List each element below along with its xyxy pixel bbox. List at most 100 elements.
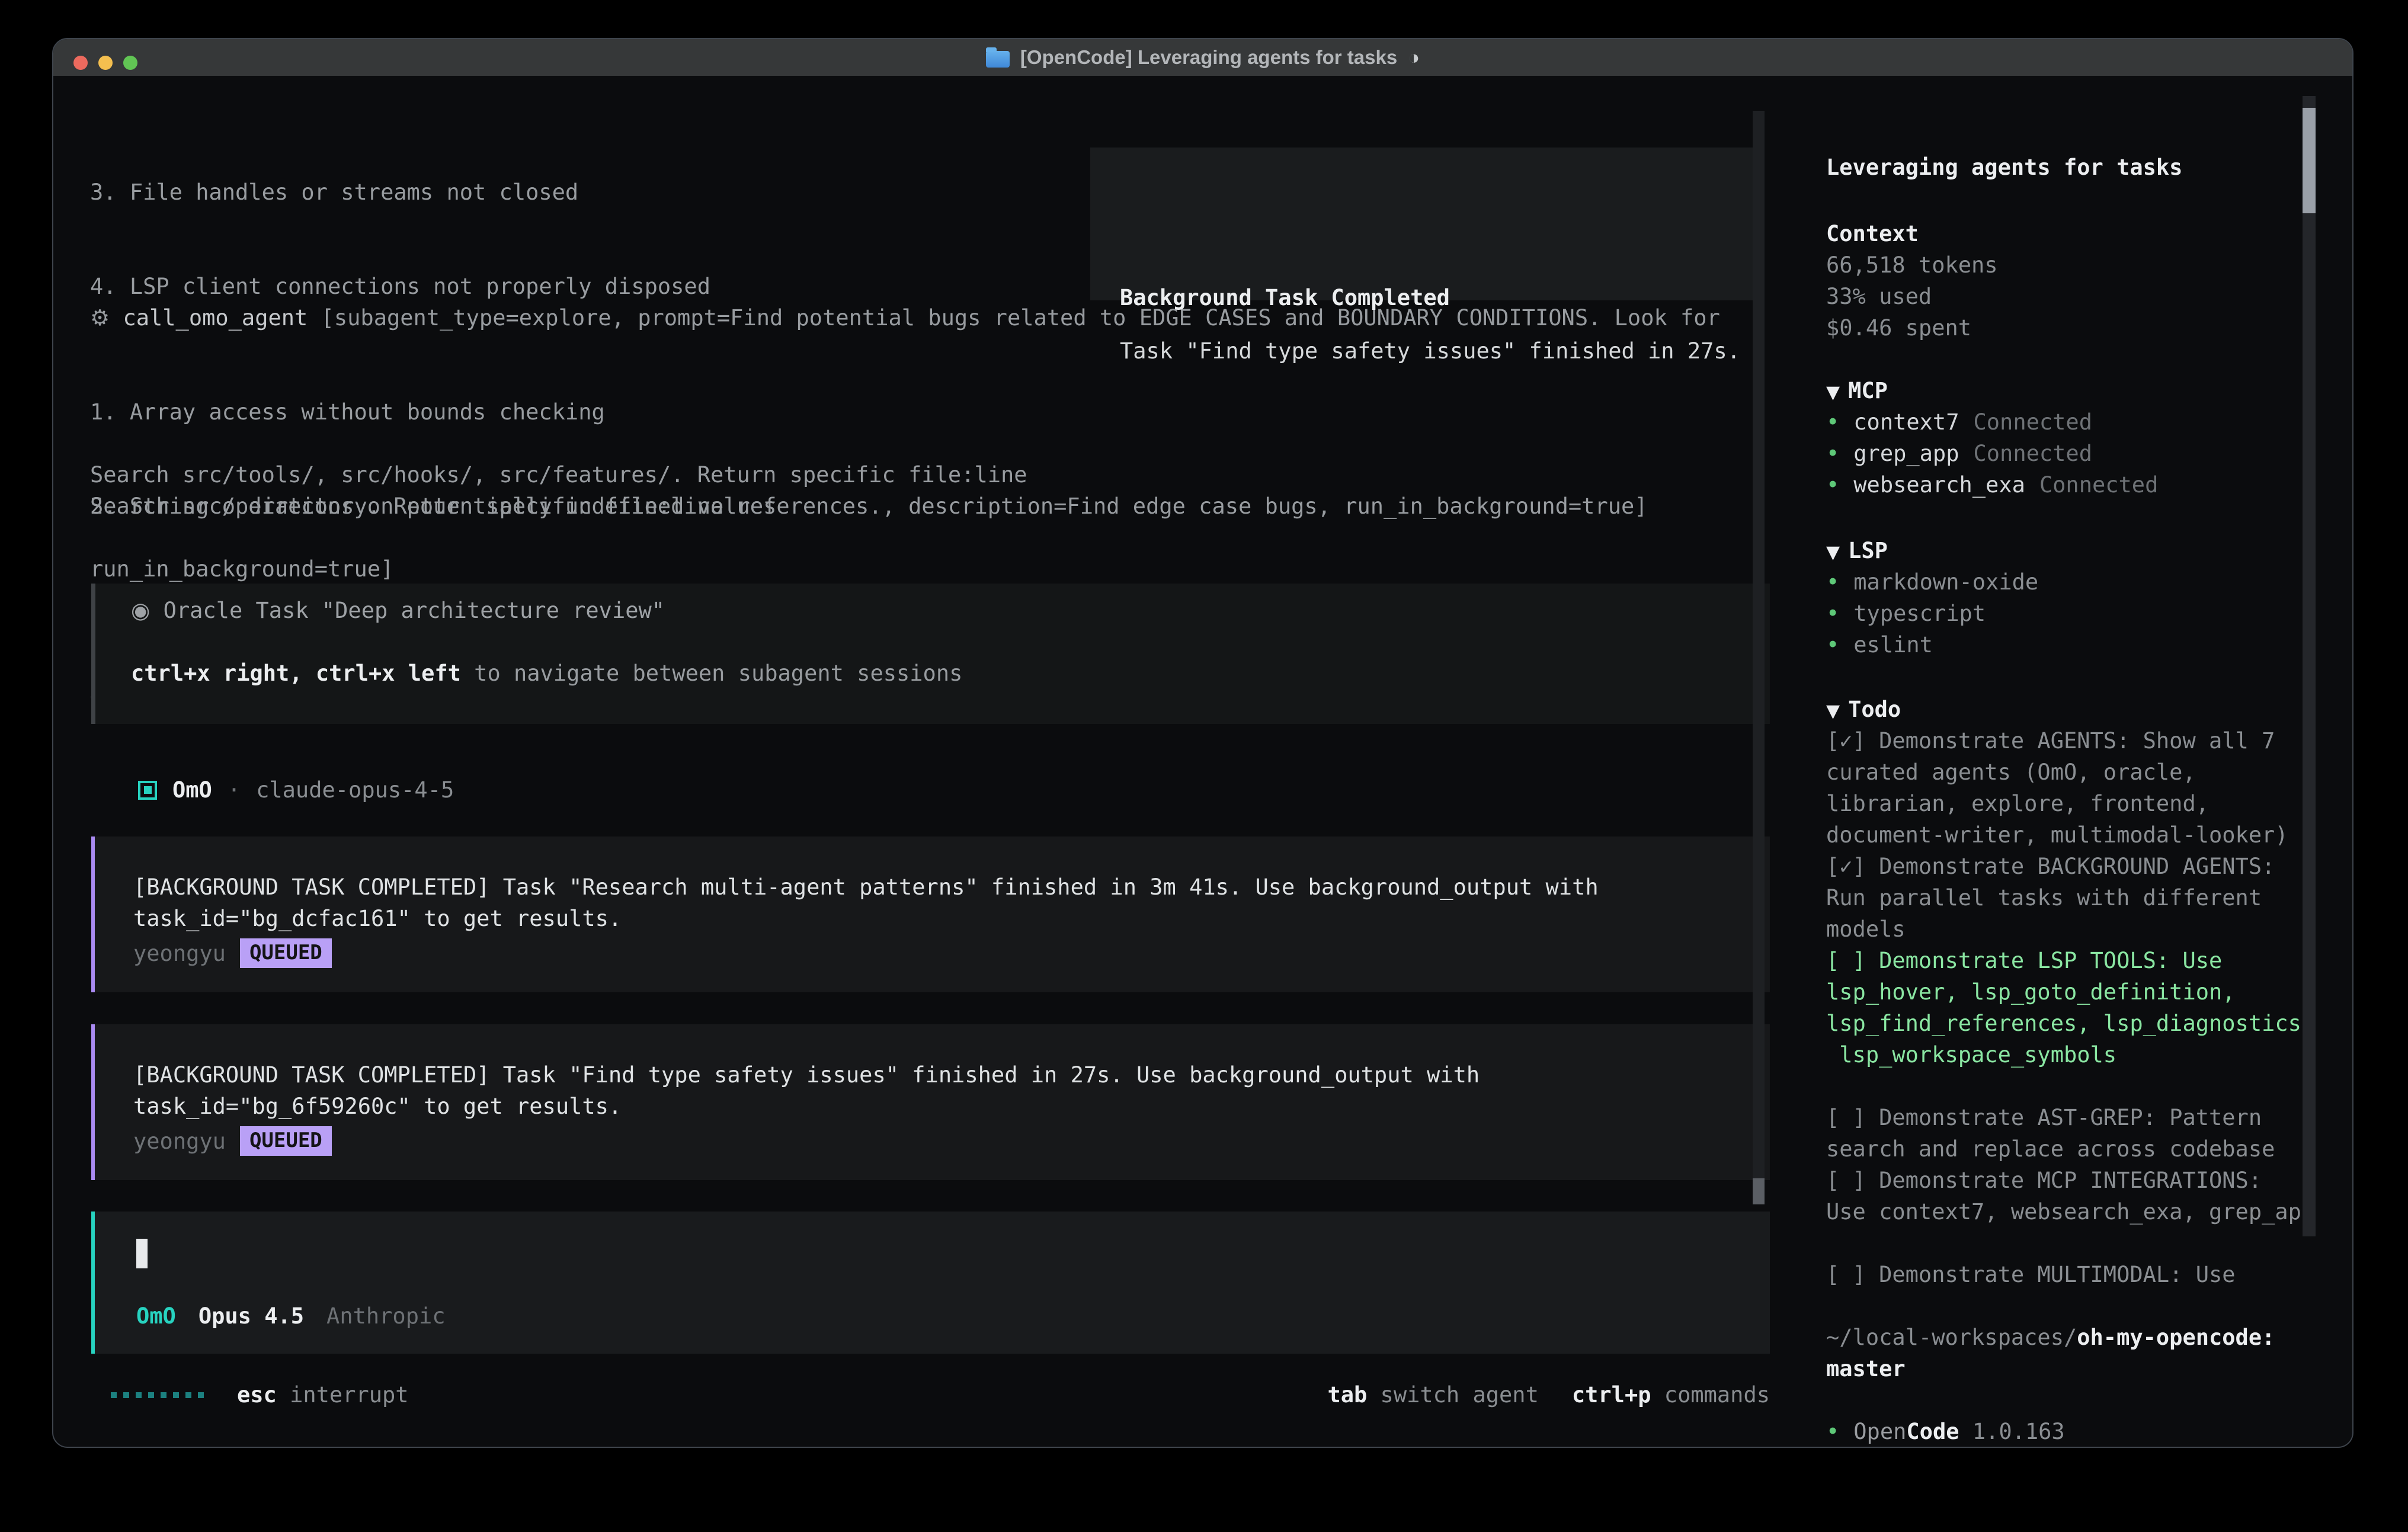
card-line: task_id="bg_dcfac161" to get results. bbox=[133, 906, 622, 931]
input-provider-name: Anthropic bbox=[326, 1303, 445, 1329]
sidebar-title: Leveraging agents for tasks bbox=[1826, 152, 2182, 183]
window-titlebar: [OpenCode] Leveraging agents for tasks ◑ bbox=[53, 39, 2352, 76]
tool-call-line: ⚙ call_omo_agent [subagent_type=explore,… bbox=[90, 302, 1720, 334]
folder-icon bbox=[986, 51, 1010, 68]
opencode-version: OpenCode 1.0.163 bbox=[1853, 1416, 2064, 1447]
tool-call-item: 1. Array access without bounds checking bbox=[90, 396, 935, 428]
sidebar-scrollbar-thumb[interactable] bbox=[2303, 108, 2316, 213]
todo-line: [ ] Demonstrate LSP TOOLS: Use bbox=[1826, 945, 2314, 976]
close-button[interactable] bbox=[73, 56, 88, 70]
transcript-line: 4. LSP client connections not properly d… bbox=[90, 271, 1027, 302]
lsp-item: •eslint bbox=[1826, 629, 1933, 661]
half-circle-icon: ◑ bbox=[1408, 46, 1420, 69]
card-line: [BACKGROUND TASK COMPLETED] Task "Find t… bbox=[133, 1062, 1480, 1088]
background-task-card: [BACKGROUND TASK COMPLETED] Task "Find t… bbox=[91, 1024, 1770, 1180]
input-agent-name: OmO bbox=[136, 1303, 176, 1329]
mcp-item: •context7Connected bbox=[1826, 406, 2092, 438]
todo-section-header[interactable]: ▼Todo bbox=[1826, 694, 1901, 727]
transcript-line: 3. File handles or streams not closed bbox=[90, 177, 1027, 208]
chevron-down-icon: ▼ bbox=[1826, 542, 1840, 563]
queued-badge: QUEUED bbox=[240, 1126, 332, 1156]
status-dot-icon: • bbox=[1826, 598, 1839, 629]
main-scrollbar-track[interactable] bbox=[1753, 111, 1765, 1204]
mcp-section-header[interactable]: ▼MCP bbox=[1826, 375, 1888, 408]
main-scrollbar-thumb[interactable] bbox=[1753, 1178, 1765, 1204]
context-spent: $0.46 spent bbox=[1826, 312, 1971, 344]
minimize-button[interactable] bbox=[98, 56, 113, 70]
todo-line: [ ] Demonstrate MCP INTEGRATIONS: bbox=[1826, 1165, 2314, 1196]
todo-line: [ ] Demonstrate MULTIMODAL: Use bbox=[1826, 1259, 2314, 1290]
input-model-name: Opus 4.5 bbox=[198, 1303, 304, 1329]
todo-list: [✓] Demonstrate AGENTS: Show all 7 curat… bbox=[1826, 725, 2314, 1290]
todo-line: Run parallel tasks with different bbox=[1826, 882, 2314, 914]
text-cursor bbox=[136, 1239, 148, 1268]
mcp-item: •websearch_exaConnected bbox=[1826, 469, 2158, 501]
tab-key: tab bbox=[1327, 1382, 1367, 1408]
agent-name: OmO bbox=[172, 777, 212, 803]
context-tokens: 66,518 tokens bbox=[1826, 249, 1998, 281]
toast-body: Task "Find type safety issues" finished … bbox=[1120, 338, 1740, 364]
todo-line: lsp_hover, lsp_goto_definition, bbox=[1826, 976, 2314, 1008]
chevron-down-icon: ▼ bbox=[1826, 701, 1840, 722]
status-bar: esc interrupt tab switch agent ctrl+p co… bbox=[53, 1379, 1772, 1411]
gear-icon: ⚙ bbox=[90, 305, 110, 331]
separator-dot: · bbox=[228, 777, 241, 803]
todo-line: models bbox=[1826, 914, 2314, 945]
window-title: [OpenCode] Leveraging agents for tasks bbox=[1020, 46, 1397, 69]
card-author: yeongyu bbox=[133, 1129, 226, 1154]
todo-line: librarian, explore, frontend, bbox=[1826, 788, 2314, 819]
session-sidebar: Leveraging agents for tasks Context 66,5… bbox=[1826, 76, 2348, 1438]
lsp-item: •typescript bbox=[1826, 598, 1986, 629]
oracle-task-hint: ctrl+x right, ctrl+x left to navigate be… bbox=[131, 661, 962, 686]
status-interrupt-hint: esc interrupt bbox=[237, 1379, 409, 1411]
esc-key: esc bbox=[237, 1382, 277, 1408]
todo-line: curated agents (OmO, oracle, bbox=[1826, 757, 2314, 788]
queued-badge: QUEUED bbox=[240, 938, 332, 968]
todo-line bbox=[1826, 1227, 2314, 1259]
lsp-item: •markdown-oxide bbox=[1826, 566, 2038, 598]
workspace-path: ~/local-workspaces/oh-my-opencode: bbox=[1826, 1322, 2275, 1353]
keybinding: ctrl+x right, ctrl+x left bbox=[131, 661, 461, 686]
background-task-toast[interactable]: Background Task Completed Task "Find typ… bbox=[1090, 148, 1760, 300]
spinner-dots-icon bbox=[111, 1392, 204, 1398]
zoom-button[interactable] bbox=[123, 56, 137, 70]
ctrl-p-key: ctrl+p bbox=[1572, 1382, 1651, 1408]
model-row: OmO Opus 4.5 Anthropic bbox=[136, 1300, 446, 1332]
tool-call-args: [subagent_type=explore, prompt=Find pote… bbox=[308, 305, 1720, 331]
window-title-row: [OpenCode] Leveraging agents for tasks ◑ bbox=[986, 46, 1420, 69]
record-icon: ◉ bbox=[131, 598, 150, 623]
search-line: Search src/ directory. Return specific f… bbox=[90, 491, 1648, 522]
background-task-card: [BACKGROUND TASK COMPLETED] Task "Resear… bbox=[91, 836, 1770, 992]
card-line: task_id="bg_6f59260c" to get results. bbox=[133, 1094, 622, 1119]
oracle-task-box: ◉ Oracle Task "Deep architecture review"… bbox=[91, 584, 1770, 724]
status-dot-icon: • bbox=[1826, 469, 1839, 501]
todo-line: [✓] Demonstrate AGENTS: Show all 7 bbox=[1826, 725, 2314, 757]
context-used: 33% used bbox=[1826, 281, 1932, 312]
todo-line: [ ] Demonstrate AST-GREP: Pattern bbox=[1826, 1102, 2314, 1133]
status-dot-icon: • bbox=[1826, 566, 1839, 598]
status-dot-icon: • bbox=[1826, 1416, 1839, 1447]
opencode-terminal-window: [OpenCode] Leveraging agents for tasks ◑… bbox=[52, 38, 2353, 1448]
card-line: [BACKGROUND TASK COMPLETED] Task "Resear… bbox=[133, 874, 1599, 900]
todo-line: document-writer, multimodal-looker) bbox=[1826, 819, 2314, 851]
toast-title: Background Task Completed bbox=[1120, 285, 1450, 310]
status-commands-hint: ctrl+p commands bbox=[1572, 1379, 1770, 1411]
chevron-down-icon: ▼ bbox=[1826, 382, 1840, 403]
agent-header: OmO · claude-opus-4-5 bbox=[138, 774, 454, 806]
tool-call-name: call_omo_agent bbox=[123, 305, 308, 331]
todo-line: Use context7, websearch_exa, grep_app bbox=[1826, 1196, 2314, 1227]
mcp-item: •grep_appConnected bbox=[1826, 438, 2092, 469]
status-switch-agent-hint: tab switch agent bbox=[1327, 1379, 1538, 1411]
todo-line: lsp_workspace_symbols bbox=[1826, 1039, 2314, 1071]
version-line: • OpenCode 1.0.163 bbox=[1826, 1416, 2065, 1447]
card-author: yeongyu bbox=[133, 941, 226, 966]
lsp-section-header[interactable]: ▼LSP bbox=[1826, 535, 1888, 568]
sidebar-scrollbar-track[interactable] bbox=[2303, 96, 2316, 1236]
status-dot-icon: • bbox=[1826, 406, 1839, 438]
prompt-input[interactable]: OmO Opus 4.5 Anthropic bbox=[91, 1212, 1770, 1354]
agent-square-icon bbox=[138, 781, 157, 800]
workspace-branch: master bbox=[1826, 1353, 1906, 1384]
status-dot-icon: • bbox=[1826, 629, 1839, 661]
todo-line bbox=[1826, 1071, 2314, 1102]
todo-line: search and replace across codebase bbox=[1826, 1133, 2314, 1165]
